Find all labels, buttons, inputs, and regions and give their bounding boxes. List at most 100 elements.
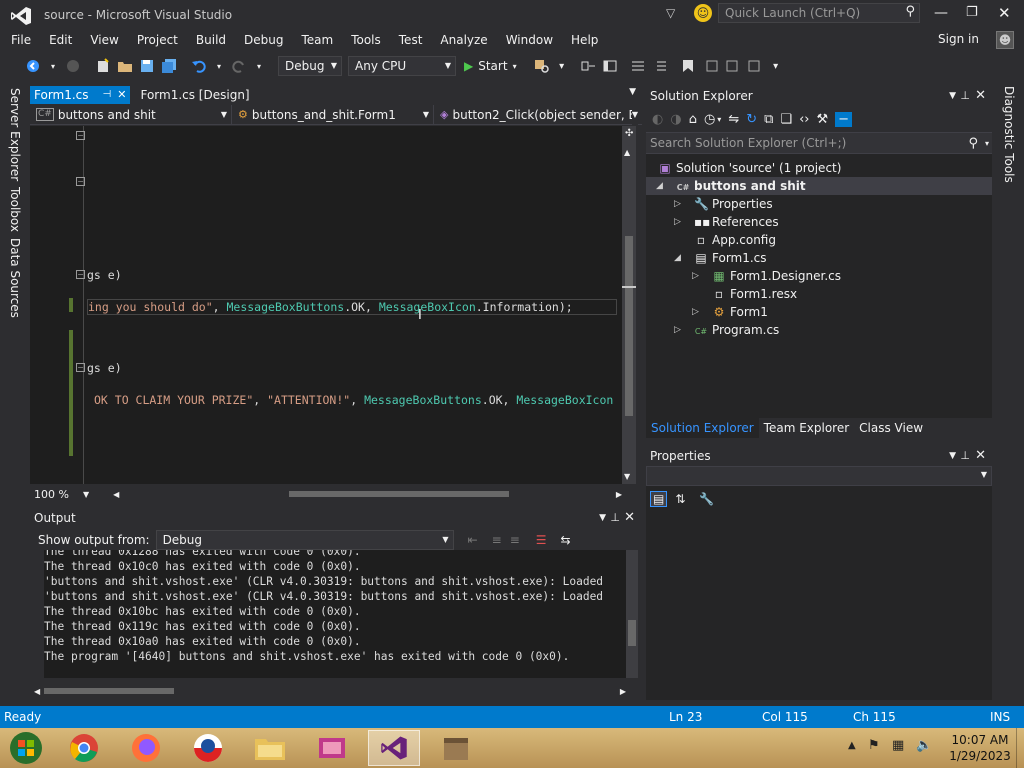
- preview-selected-icon[interactable]: −: [835, 111, 853, 127]
- scroll-left-icon[interactable]: ◀: [113, 490, 119, 499]
- menu-item-window[interactable]: Window: [497, 30, 562, 50]
- feedback-smiley-icon[interactable]: ☺: [694, 4, 712, 22]
- toolbox-tab[interactable]: Toolbox: [8, 187, 22, 232]
- menu-item-project[interactable]: Project: [128, 30, 187, 50]
- pin-icon[interactable]: ⊥: [960, 86, 970, 106]
- action-center-flag-icon[interactable]: ⚑: [868, 738, 880, 753]
- overflow-icon[interactable]: ▾: [553, 57, 571, 75]
- scroll-thumb[interactable]: [289, 491, 510, 497]
- expanded-icon[interactable]: ◢: [656, 177, 663, 195]
- restore-icon[interactable]: ❐: [966, 5, 978, 20]
- properties-object-dropdown[interactable]: ▼: [646, 466, 992, 486]
- minimize-icon[interactable]: —: [934, 5, 948, 21]
- menu-item-tools[interactable]: Tools: [342, 30, 390, 50]
- pin-icon[interactable]: ⊥: [610, 508, 620, 528]
- volume-icon[interactable]: 🔈: [916, 738, 932, 753]
- zoom-dropdown[interactable]: 100 % ▼: [30, 488, 89, 501]
- collapse-all-icon[interactable]: ⧉: [764, 112, 773, 127]
- collapsed-icon[interactable]: ▷: [674, 321, 681, 339]
- quick-launch-input[interactable]: Quick Launch (Ctrl+Q) ⚲: [718, 3, 920, 23]
- output-source-dropdown[interactable]: Debug ▼: [155, 530, 454, 550]
- show-all-files-icon[interactable]: ❏: [780, 112, 792, 127]
- scroll-up-icon[interactable]: ▲: [624, 148, 630, 157]
- close-tab-icon[interactable]: ✕: [117, 86, 126, 104]
- menu-item-view[interactable]: View: [81, 30, 127, 50]
- tab-form1-cs[interactable]: Form1.cs ⊣ ✕: [30, 86, 131, 104]
- save-icon[interactable]: [138, 57, 156, 75]
- firefox-icon[interactable]: [120, 730, 172, 766]
- panel-menu-icon[interactable]: ▼: [949, 446, 956, 466]
- uncomment-lines-icon[interactable]: [651, 57, 669, 75]
- scroll-right-icon[interactable]: ▶: [620, 687, 626, 696]
- redo-dropdown-icon[interactable]: ▾: [250, 57, 268, 75]
- pin-icon[interactable]: ⊣: [103, 86, 112, 104]
- sign-in-link[interactable]: Sign in: [938, 32, 979, 46]
- solution-configuration-dropdown[interactable]: Debug ▼: [278, 56, 342, 76]
- expanded-icon[interactable]: ◢: [674, 249, 681, 267]
- back-dropdown-icon[interactable]: ▾: [44, 57, 62, 75]
- windows-layout-icon[interactable]: [601, 57, 619, 75]
- back-icon[interactable]: ◐: [652, 112, 663, 127]
- view-code-icon[interactable]: ‹›: [799, 112, 809, 127]
- tree-references[interactable]: ▷ ▪▪ References: [646, 213, 992, 231]
- home-icon[interactable]: ⌂: [689, 112, 697, 127]
- clear-all-icon[interactable]: ☰: [536, 533, 547, 547]
- scroll-left-icon[interactable]: ◀: [34, 687, 40, 696]
- tree-project[interactable]: ◢ C# buttons and shit: [646, 177, 992, 195]
- collapsed-icon[interactable]: ▷: [674, 195, 681, 213]
- show-hidden-icons[interactable]: ▲: [848, 740, 856, 751]
- class-dropdown[interactable]: ⚙ buttons_and_shit.Form1 ▼: [232, 104, 434, 125]
- collapse-icon[interactable]: −: [76, 131, 85, 140]
- find-message-icon[interactable]: ⇤: [468, 533, 478, 547]
- tree-form1-cs[interactable]: ◢ ▤ Form1.cs: [646, 249, 992, 267]
- open-folder-icon[interactable]: [116, 57, 134, 75]
- tree-form1-class[interactable]: ▷ ⚙ Form1: [646, 303, 992, 321]
- chrome-icon[interactable]: [58, 730, 110, 766]
- output-text[interactable]: The thread 0x1288 has exited with code 0…: [44, 550, 626, 678]
- property-pages-icon[interactable]: 🔧: [699, 492, 714, 506]
- close-icon[interactable]: ✕: [624, 508, 635, 528]
- chevron-down-icon[interactable]: ▾: [717, 115, 721, 124]
- file-explorer-icon[interactable]: [244, 730, 296, 766]
- notifications-flag-icon[interactable]: ▽: [666, 6, 675, 20]
- categorized-icon[interactable]: ▤: [650, 491, 668, 507]
- scroll-thumb[interactable]: [628, 620, 636, 646]
- sync-icon[interactable]: ⇋: [728, 112, 739, 127]
- tree-program-cs[interactable]: ▷ C# Program.cs: [646, 321, 992, 339]
- horizontal-scrollbar[interactable]: [123, 489, 612, 499]
- panel-menu-icon[interactable]: ▼: [949, 86, 956, 106]
- network-icon[interactable]: ▦: [892, 738, 904, 753]
- next-message-icon[interactable]: ≡: [510, 533, 520, 547]
- step-icon[interactable]: [579, 57, 597, 75]
- project-dropdown[interactable]: C# buttons and shit ▼: [30, 104, 232, 125]
- campaign-logo-icon[interactable]: [182, 730, 234, 766]
- collapsed-icon[interactable]: ▷: [674, 213, 681, 231]
- find-in-files-icon[interactable]: [533, 57, 551, 75]
- collapse-icon[interactable]: −: [76, 270, 85, 279]
- menu-item-build[interactable]: Build: [187, 30, 235, 50]
- panel-menu-icon[interactable]: ▼: [599, 508, 606, 528]
- redo-icon[interactable]: [230, 57, 248, 75]
- menu-item-test[interactable]: Test: [390, 30, 432, 50]
- collapsed-icon[interactable]: ▷: [692, 303, 699, 321]
- tree-form1-resx[interactable]: ▫ Form1.resx: [646, 285, 992, 303]
- collapse-icon[interactable]: −: [76, 177, 85, 186]
- new-project-icon[interactable]: [94, 57, 112, 75]
- tab-class-view[interactable]: Class View: [854, 418, 928, 438]
- tree-app-config[interactable]: ▫ App.config: [646, 231, 992, 249]
- prev-message-icon[interactable]: ≡: [492, 533, 502, 547]
- tree-solution[interactable]: ▣ Solution 'source' (1 project): [646, 159, 992, 177]
- properties-wrench-icon[interactable]: ⚒: [816, 112, 828, 127]
- split-icon[interactable]: ✣: [625, 128, 633, 139]
- member-dropdown[interactable]: ◈ button2_Click(object sender, E ▼: [434, 104, 642, 125]
- undo-icon[interactable]: [190, 57, 208, 75]
- prev-bookmark-icon[interactable]: [701, 57, 719, 75]
- alphabetical-icon[interactable]: ⇅: [675, 492, 685, 506]
- account-avatar-icon[interactable]: ☻: [996, 31, 1014, 49]
- navigate-back-icon[interactable]: [24, 57, 42, 75]
- scroll-down-icon[interactable]: ▼: [624, 472, 630, 481]
- clear-bookmarks-icon[interactable]: [745, 57, 763, 75]
- output-horizontal-scrollbar[interactable]: ◀ ▶: [34, 684, 626, 698]
- collapse-icon[interactable]: −: [76, 363, 85, 372]
- navigate-forward-icon[interactable]: [64, 57, 82, 75]
